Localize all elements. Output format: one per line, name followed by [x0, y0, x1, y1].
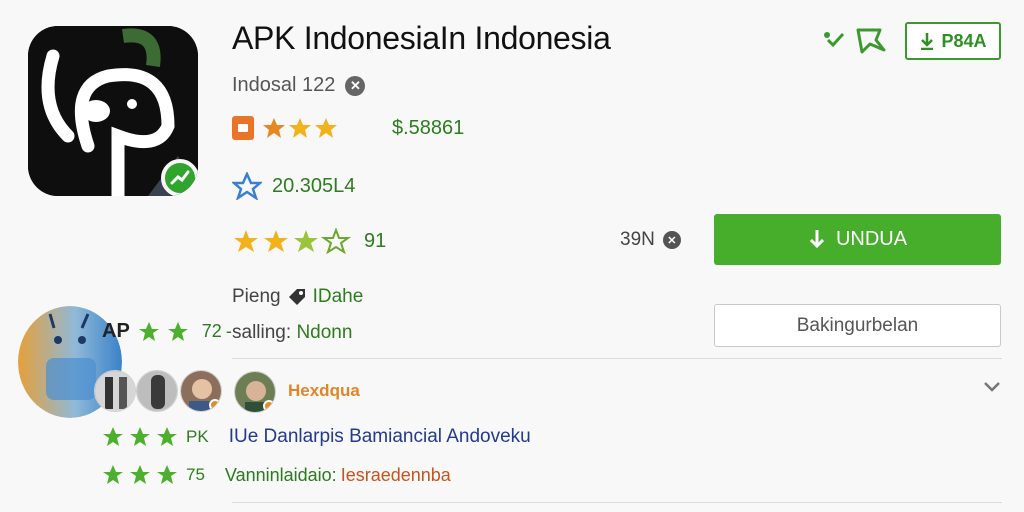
verified-icon — [161, 159, 198, 196]
info-1-value[interactable]: IDahe — [313, 286, 364, 308]
stat-row-1: $.58861 — [232, 116, 464, 140]
ticket-icon — [232, 116, 254, 140]
tag-icon — [288, 289, 305, 305]
stat-2-value: 20.305L4 — [272, 174, 356, 197]
app-icon — [28, 26, 198, 196]
reviewer-name[interactable]: Hexdqua — [288, 381, 360, 401]
review-count: PK — [186, 427, 209, 446]
chevron-down-icon[interactable] — [982, 380, 1002, 394]
rating-row: 91 — [232, 228, 386, 254]
info-2-label: salling: — [232, 322, 292, 343]
install-button[interactable]: UNDUA — [714, 214, 1001, 265]
close-icon[interactable]: ✕ — [345, 75, 366, 96]
secondary-label: Bakingurbelan — [796, 314, 919, 336]
size-value: 39N — [620, 229, 655, 250]
avatar[interactable] — [234, 371, 276, 413]
size-info: 39N ✕ — [620, 229, 681, 251]
avatar[interactable] — [94, 370, 136, 412]
review-text[interactable]: Vanninlaidaio: — [225, 465, 337, 486]
close-icon[interactable]: ✕ — [662, 231, 681, 249]
avatar[interactable] — [136, 370, 178, 412]
star-rating-icon — [263, 118, 337, 138]
badge-label: P84A — [941, 30, 987, 51]
review-text[interactable]: IUe Danlarpis Bamiancial Andoveku — [229, 426, 531, 448]
download-icon — [809, 229, 824, 248]
header-actions — [822, 26, 888, 54]
ap-rating: AP 72 - — [102, 320, 232, 342]
star-rating-icon — [103, 465, 177, 484]
star-rating-icon — [138, 321, 188, 341]
divider — [232, 358, 1002, 359]
check-icon[interactable] — [822, 28, 846, 52]
info-2-value[interactable]: Ndonn — [296, 322, 352, 343]
info-line-2: salling: Ndonn — [232, 322, 352, 344]
stat-1-value: $.58861 — [392, 116, 465, 139]
avatar[interactable] — [180, 370, 222, 412]
install-label: UNDUA — [835, 228, 908, 250]
ap-label: AP — [102, 320, 130, 342]
stat-row-2: 20.305L4 — [232, 172, 355, 200]
status-badge — [209, 399, 221, 411]
divider — [232, 502, 1002, 503]
ap-count: 72 — [201, 321, 222, 341]
review-row: 75 Vanninlaidaio: Iesraedennba — [102, 464, 451, 486]
review-count: 75 — [186, 465, 205, 484]
rating-value: 91 — [364, 229, 387, 252]
download-icon — [921, 33, 934, 50]
review-text-highlight[interactable]: Iesraedennba — [341, 465, 451, 486]
star-rating-icon — [234, 228, 352, 254]
app-detail-page: APK IndonesiaIn Indonesia Indosal 122 ✕ … — [0, 0, 1024, 512]
info-line-1: Pieng IDahe — [232, 286, 363, 308]
developer-row[interactable]: Indosal 122 ✕ — [232, 74, 366, 97]
info-1-label: Pieng — [232, 286, 281, 307]
badge-button[interactable]: P84A — [905, 22, 1001, 60]
app-title: APK IndonesiaIn Indonesia — [232, 20, 611, 56]
certificate-icon[interactable] — [854, 26, 888, 54]
review-row: PK IUe Danlarpis Bamiancial Andoveku — [102, 426, 531, 448]
status-badge — [263, 400, 275, 412]
star-rating-icon — [103, 427, 177, 446]
developer-name[interactable]: Indosal 122 — [232, 74, 335, 97]
star-outline-icon — [232, 172, 262, 200]
secondary-button[interactable]: Bakingurbelan — [714, 304, 1001, 347]
